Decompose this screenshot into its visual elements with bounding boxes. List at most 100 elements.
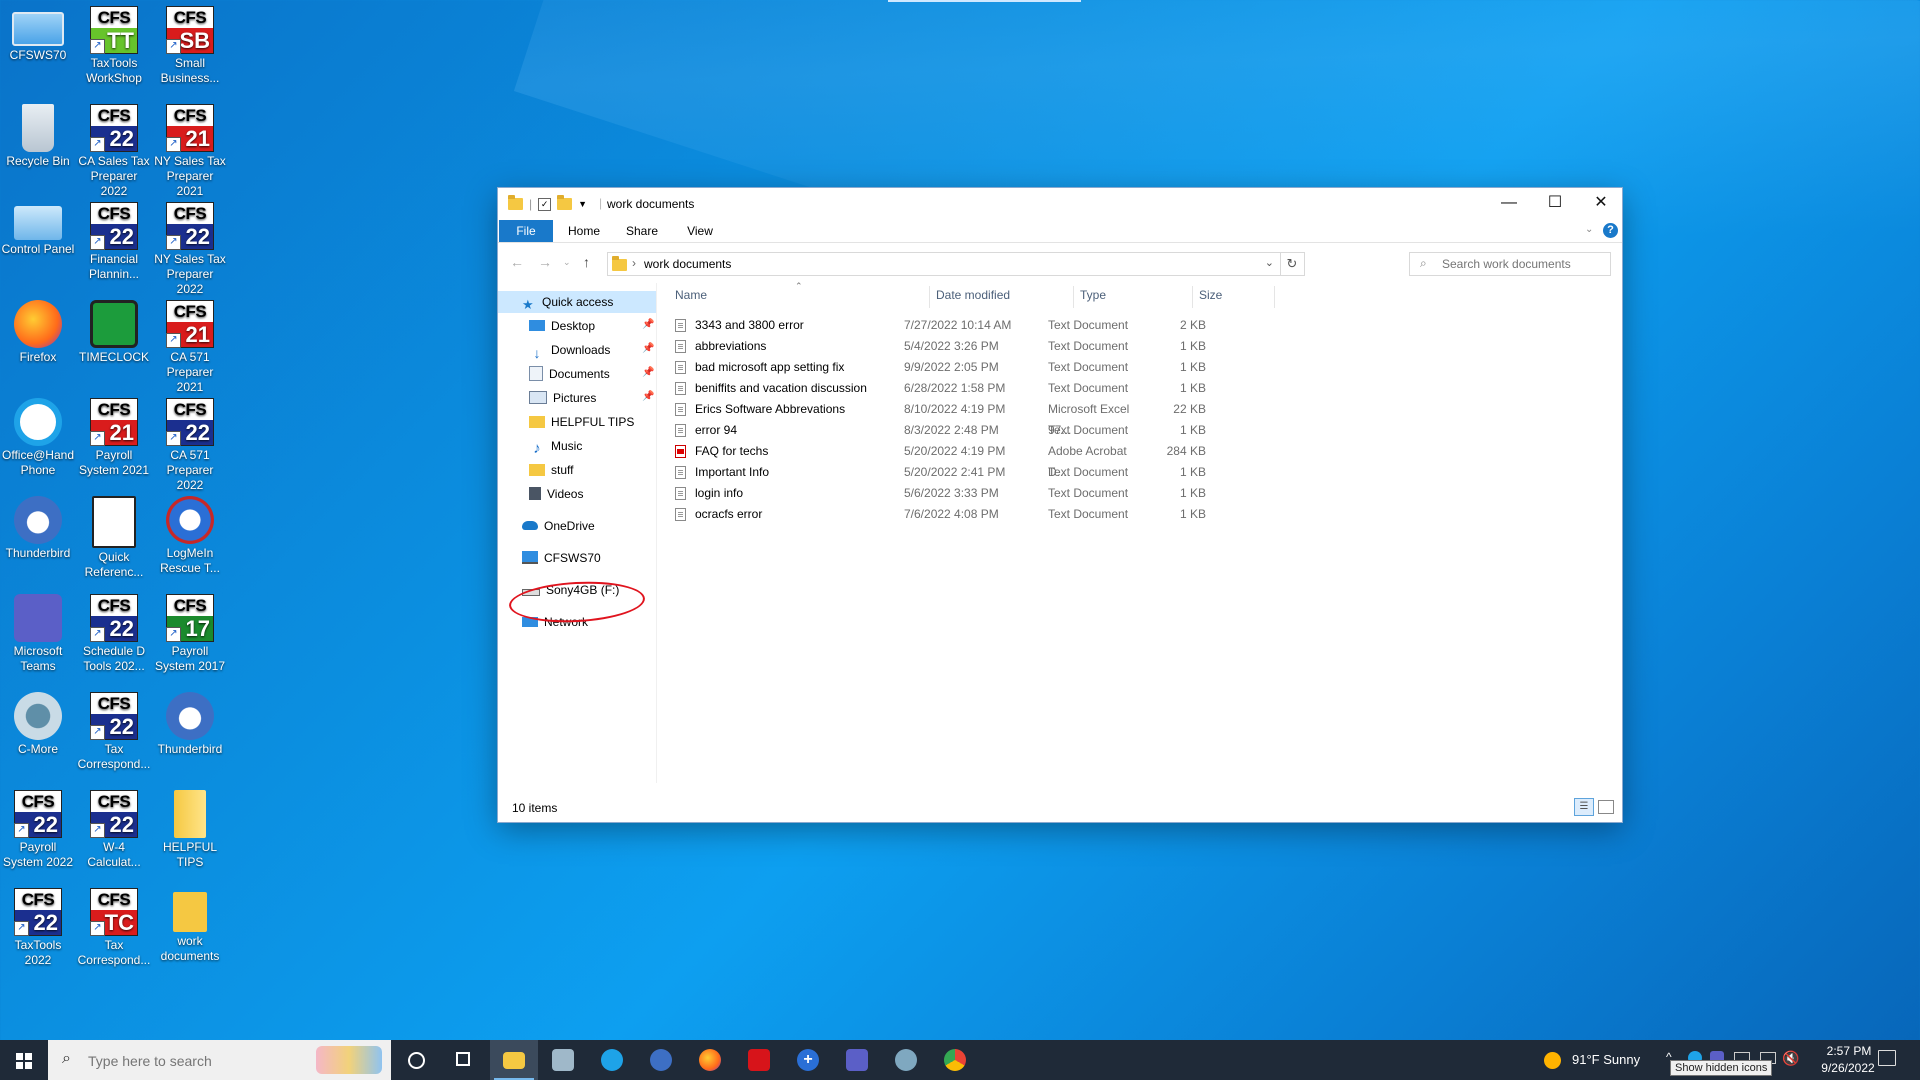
search-highlight-icon[interactable] xyxy=(316,1046,382,1074)
desktop-icon-w-4-calculat[interactable]: CFS 22 ↗ W-4 Calculat... xyxy=(76,784,152,880)
desktop-icon-microsoft-teams[interactable]: Microsoft Teams xyxy=(0,588,76,684)
search-box[interactable]: ⌕ xyxy=(1409,252,1611,276)
pane-divider[interactable] xyxy=(656,283,657,783)
desktop-icon-recycle-bin[interactable]: Recycle Bin xyxy=(0,98,76,194)
nav-desktop[interactable]: Desktop xyxy=(529,316,595,336)
desktop-icon-schedule-d-tools-202[interactable]: CFS 22 ↗ Schedule D Tools 202... xyxy=(76,588,152,684)
taskbar-file-explorer[interactable] xyxy=(490,1040,538,1080)
desktop-icon-payroll-system-2022[interactable]: CFS 22 ↗ Payroll System 2022 xyxy=(0,784,76,880)
column-header-name[interactable]: Name xyxy=(675,283,707,307)
desktop-icon-timeclock[interactable]: TIMECLOCK xyxy=(76,294,152,390)
pin-icon[interactable]: 📌 xyxy=(642,343,654,354)
file-row[interactable]: 3343 and 3800 error 7/27/2022 10:14 AM Tex… xyxy=(668,315,1206,336)
tab-share[interactable]: Share xyxy=(614,220,670,242)
nav-helpful-tips[interactable]: HELPFUL TIPS xyxy=(529,412,634,432)
desktop-icon-financial-plannin[interactable]: CFS 22 ↗ Financial Plannin... xyxy=(76,196,152,292)
taskbar-firefox[interactable] xyxy=(686,1040,734,1080)
taskbar-acrobat[interactable] xyxy=(735,1040,783,1080)
desktop-icon-ca-571-preparer-2021[interactable]: CFS 21 ↗ CA 571 Preparer 2021 xyxy=(152,294,228,394)
nav-onedrive[interactable]: OneDrive xyxy=(522,516,595,536)
customize-toolbar-icon[interactable]: ▼ xyxy=(578,199,587,209)
desktop-icon-ca-571-preparer-2022[interactable]: CFS 22 ↗ CA 571 Preparer 2022 xyxy=(152,392,228,492)
weather-sun-icon[interactable] xyxy=(1544,1052,1561,1069)
nav-music[interactable]: ♪ Music xyxy=(529,436,582,457)
desktop-icon-work-documents[interactable]: work documents xyxy=(152,882,228,978)
desktop-icon-taxtools-workshop[interactable]: CFS TT ↗ TaxTools WorkShop xyxy=(76,0,152,96)
file-row[interactable]: Erics Software Abbrevations 8/10/2022 4:1… xyxy=(668,399,1206,437)
file-row[interactable]: Important Info 5/20/2022 2:41 PM Text Docu… xyxy=(668,462,1206,483)
desktop-icon-thunderbird[interactable]: Thunderbird xyxy=(152,686,228,782)
column-header-date[interactable]: Date modified xyxy=(936,283,1010,307)
taskbar-thunderbird[interactable] xyxy=(637,1040,685,1080)
file-row[interactable]: FAQ for techs 5/20/2022 4:19 PM Adobe Acro… xyxy=(668,441,1206,479)
file-row[interactable]: error 94 8/3/2022 2:48 PM Text Document 1 K… xyxy=(668,420,1206,441)
close-button[interactable]: ✕ xyxy=(1578,188,1624,218)
minimize-button[interactable]: — xyxy=(1486,188,1532,218)
tab-home[interactable]: Home xyxy=(556,220,612,242)
desktop-icon-helpful-tips[interactable]: HELPFUL TIPS xyxy=(152,784,228,880)
desktop-icon-small-business[interactable]: CFS SB ↗ Small Business... xyxy=(152,0,228,96)
desktop-icon-control-panel[interactable]: Control Panel xyxy=(0,196,76,292)
taskbar-quick-reference[interactable] xyxy=(539,1040,587,1080)
pin-icon[interactable]: 📌 xyxy=(642,367,654,378)
volume-muted-icon[interactable]: 🔇 xyxy=(1782,1050,1799,1067)
breadcrumb-chevron-icon[interactable]: › xyxy=(632,256,636,270)
taskbar-c-more[interactable] xyxy=(882,1040,930,1080)
desktop-icon-tax-correspond[interactable]: CFS 22 ↗ Tax Correspond... xyxy=(76,686,152,782)
desktop-icon-c-more[interactable]: C-More xyxy=(0,686,76,782)
start-button[interactable] xyxy=(0,1040,48,1080)
cortana-button[interactable] xyxy=(392,1040,440,1080)
clock-date[interactable]: 9/26/2022 xyxy=(1808,1061,1888,1075)
taskbar-search[interactable]: ⌕ xyxy=(48,1040,391,1080)
search-input[interactable] xyxy=(1440,256,1604,272)
desktop-icon-firefox[interactable]: Firefox xyxy=(0,294,76,390)
tab-file[interactable]: File xyxy=(499,220,553,242)
desktop-icon-cfsws70[interactable]: CFSWS70 xyxy=(0,0,76,96)
column-separator[interactable] xyxy=(1192,286,1193,308)
taskbar-office-at-hand[interactable] xyxy=(588,1040,636,1080)
column-header-type[interactable]: Type xyxy=(1080,283,1106,307)
desktop-icon-ca-sales-tax-preparer-2022[interactable]: CFS 22 ↗ CA Sales Tax Preparer 2022 xyxy=(76,98,152,198)
nav-documents[interactable]: Documents xyxy=(529,364,610,384)
taskbar-logmein[interactable]: + xyxy=(784,1040,832,1080)
column-separator[interactable] xyxy=(929,286,930,308)
nav-downloads[interactable]: ↓ Downloads xyxy=(529,340,611,361)
file-row[interactable]: bad microsoft app setting fix 9/9/2022 2:… xyxy=(668,357,1206,378)
nav-quick-access[interactable]: ★ Quick access xyxy=(522,292,613,312)
task-view-button[interactable] xyxy=(440,1040,488,1080)
nav-stuff[interactable]: stuff xyxy=(529,460,573,480)
desktop-icon-thunderbird[interactable]: Thunderbird xyxy=(0,490,76,586)
back-button[interactable]: ← xyxy=(510,254,524,270)
desktop-icon-taxtools-2022[interactable]: CFS 22 ↗ TaxTools 2022 xyxy=(0,882,76,978)
desktop-icon-payroll-system-2017[interactable]: CFS 17 ↗ Payroll System 2017 xyxy=(152,588,228,684)
address-dropdown-icon[interactable]: ⌄ xyxy=(1265,256,1274,269)
nav-videos[interactable]: Videos xyxy=(529,484,583,504)
expand-ribbon-icon[interactable]: ⌄ xyxy=(1585,224,1593,235)
column-separator[interactable] xyxy=(1073,286,1074,308)
file-row[interactable]: beniffits and vacation discussion 6/28/20… xyxy=(668,378,1206,399)
desktop-icon-ny-sales-tax-preparer-2022[interactable]: CFS 22 ↗ NY Sales Tax Preparer 2022 xyxy=(152,196,228,296)
large-icons-view-icon[interactable] xyxy=(1598,800,1614,814)
desktop-icon-tax-correspond[interactable]: CFS TC ↗ Tax Correspond... xyxy=(76,882,152,978)
weather-text[interactable]: 91°F Sunny xyxy=(1572,1052,1640,1067)
column-separator[interactable] xyxy=(1274,286,1275,308)
nav-pictures[interactable]: Pictures xyxy=(529,388,596,408)
up-button[interactable]: ↑ xyxy=(583,254,590,270)
recent-locations-icon[interactable]: ⌄ xyxy=(563,257,571,268)
pin-icon[interactable]: 📌 xyxy=(642,391,654,402)
address-bar[interactable]: › work documents ⌄ xyxy=(607,252,1281,276)
desktop-icon-ny-sales-tax-preparer-2021[interactable]: CFS 21 ↗ NY Sales Tax Preparer 2021 xyxy=(152,98,228,198)
pin-icon[interactable]: 📌 xyxy=(642,319,654,330)
file-row[interactable]: login info 5/6/2022 3:33 PM Text Document 1… xyxy=(668,483,1206,504)
help-icon[interactable]: ? xyxy=(1603,223,1618,238)
refresh-button[interactable]: ↻ xyxy=(1280,252,1305,276)
properties-icon[interactable]: ✓ xyxy=(538,197,552,211)
forward-button[interactable]: → xyxy=(538,254,552,270)
title-bar[interactable]: | ✓ ▼ | work documents — ☐ ✕ xyxy=(498,188,1622,220)
maximize-button[interactable]: ☐ xyxy=(1532,188,1578,218)
taskbar-teams[interactable] xyxy=(833,1040,881,1080)
clock-time[interactable]: 2:57 PM xyxy=(1814,1044,1884,1058)
new-folder-icon[interactable] xyxy=(557,195,573,210)
desktop-icon-logmein-rescue-t[interactable]: LogMeIn Rescue T... xyxy=(152,490,228,586)
file-row[interactable]: abbreviations 5/4/2022 3:26 PM Text Docume… xyxy=(668,336,1206,357)
